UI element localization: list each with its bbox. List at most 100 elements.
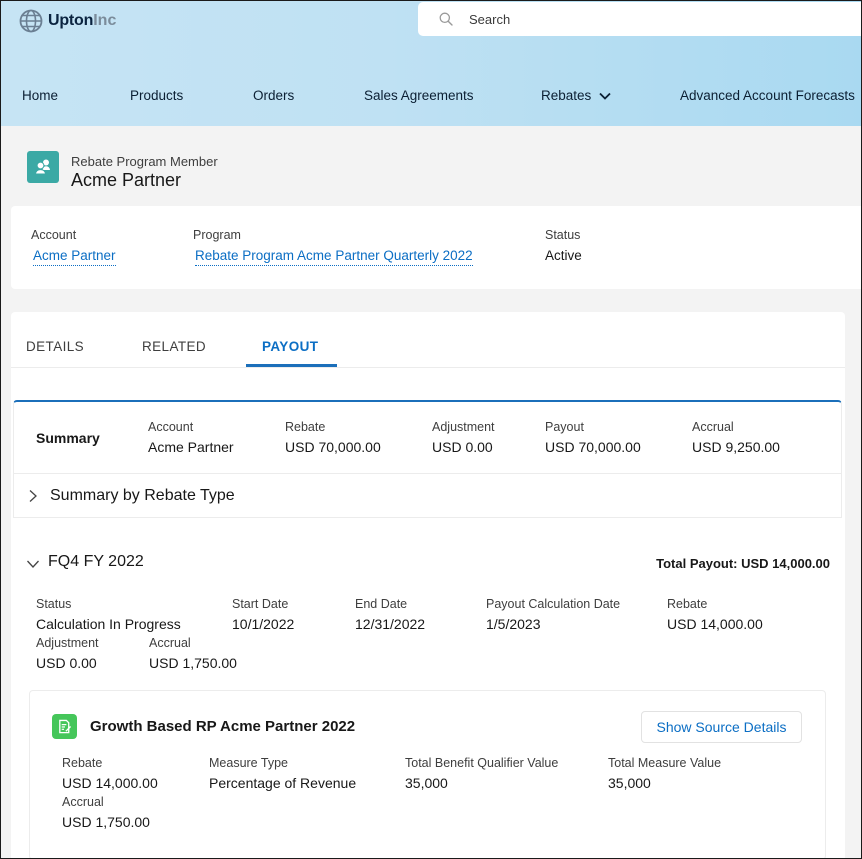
rebate-type-card: Growth Based RP Acme Partner 2022 Show S… <box>29 690 826 859</box>
summary-rebate: Rebate USD 70,000.00 <box>285 420 381 455</box>
field-value: USD 0.00 <box>36 655 97 671</box>
payout-summary-card: Summary Account Acme Partner Rebate USD … <box>13 400 842 518</box>
active-tab-indicator <box>246 364 337 367</box>
nav-label: Products <box>130 88 184 103</box>
summary-accrual: Accrual USD 9,250.00 <box>692 420 780 455</box>
field-value: USD 0.00 <box>432 439 493 455</box>
nav-label: Home <box>22 88 59 103</box>
show-source-details-button[interactable]: Show Source Details <box>641 711 802 743</box>
account-link[interactable]: Acme Partner <box>33 248 116 266</box>
chevron-down-icon[interactable] <box>599 92 611 100</box>
field-value: USD 1,750.00 <box>62 814 150 830</box>
field-value: Percentage of Revenue <box>209 775 357 791</box>
field-value: Calculation In Progress <box>36 616 181 632</box>
period-adjustment: Adjustment USD 0.00 <box>36 636 99 671</box>
period-payout-calc-date: Payout Calculation Date 1/5/2023 <box>486 597 620 632</box>
field-label: Status <box>36 597 72 611</box>
nav-label: Advanced Account Forecasts <box>680 88 855 103</box>
field-label: Payout <box>545 420 584 434</box>
nav-item-rebates[interactable]: Rebates <box>541 88 611 103</box>
tab-bar: DETAILS RELATED PAYOUT <box>11 312 845 368</box>
field-label: Measure Type <box>209 756 288 770</box>
nav-item-home[interactable]: Home <box>22 88 58 103</box>
field-label: Adjustment <box>432 420 495 434</box>
field-value: 12/31/2022 <box>355 616 426 632</box>
search-placeholder: Search <box>469 11 511 27</box>
summary-account: Account Acme Partner <box>148 420 234 455</box>
field-label: Start Date <box>232 597 289 611</box>
rp-total-benefit-qualifier-value: Total Benefit Qualifier Value 35,000 <box>405 756 558 791</box>
rp-accrual: Accrual USD 1,750.00 <box>62 795 150 830</box>
highlight-program: Program Rebate Program Acme Partner Quar… <box>193 228 473 266</box>
highlight-account: Account Acme Partner <box>31 228 116 266</box>
period-status: Status Calculation In Progress <box>36 597 181 632</box>
section-label: Summary by Rebate Type <box>50 487 235 504</box>
field-label: Rebate <box>62 756 103 770</box>
record-tabs-card: DETAILS RELATED PAYOUT Summary Account A… <box>11 312 845 859</box>
globe-icon <box>19 9 43 33</box>
period-end-date: End Date 12/31/2022 <box>355 597 425 632</box>
tab-payout[interactable]: PAYOUT <box>262 339 318 354</box>
field-value: Acme Partner <box>148 439 234 455</box>
field-value: 35,000 <box>608 775 651 791</box>
field-value: 1/5/2023 <box>486 616 541 632</box>
field-label: Account <box>31 228 77 242</box>
field-label: Adjustment <box>36 636 99 650</box>
record-header: Rebate Program Member Acme Partner <box>0 126 862 206</box>
rp-measure-type: Measure Type Percentage of Revenue <box>209 756 356 791</box>
field-label: Rebate <box>285 420 326 434</box>
field-label: Total Benefit Qualifier Value <box>405 756 559 770</box>
nav-item-orders[interactable]: Orders <box>253 88 294 103</box>
search-icon <box>439 12 453 26</box>
nav-item-advanced-account-forecasts[interactable]: Advanced Account Forecasts <box>680 88 855 103</box>
period-start-date: Start Date 10/1/2022 <box>232 597 294 632</box>
nav-bar: Home Products Orders Sales Agreements Re… <box>0 88 862 114</box>
chevron-right-icon <box>29 490 37 502</box>
field-label: End Date <box>355 597 408 611</box>
global-header: Upton Inc Search Home Products Orders Sal… <box>0 0 862 126</box>
app-logo[interactable]: Upton Inc <box>19 8 116 34</box>
rp-rebate: Rebate USD 14,000.00 <box>62 756 158 791</box>
partner-users-icon <box>27 151 59 183</box>
total-payout: Total Payout: USD 14,000.00 <box>656 556 830 571</box>
highlights-panel: Account Acme Partner Program Rebate Prog… <box>11 206 862 289</box>
field-label: Accrual <box>149 636 191 650</box>
status-value: Active <box>545 248 582 263</box>
nav-item-products[interactable]: Products <box>130 88 183 103</box>
rebate-document-icon <box>52 714 77 739</box>
field-label: Payout Calculation Date <box>486 597 621 611</box>
summary-adjustment: Adjustment USD 0.00 <box>432 420 495 455</box>
field-label: Total Measure Value <box>608 756 722 770</box>
tab-details[interactable]: DETAILS <box>26 339 84 354</box>
field-value: USD 14,000.00 <box>667 616 763 632</box>
period-header: FQ4 FY 2022 Total Payout: USD 14,000.00 <box>11 546 845 582</box>
rebate-type-title: Growth Based RP Acme Partner 2022 <box>90 718 356 735</box>
summary-row: Summary Account Acme Partner Rebate USD … <box>14 402 841 474</box>
summary-by-rebate-type-toggle[interactable]: Summary by Rebate Type <box>14 474 841 518</box>
field-value: USD 70,000.00 <box>285 439 381 455</box>
field-label: Rebate <box>667 597 708 611</box>
field-label: Status <box>545 228 581 242</box>
chevron-down-icon[interactable] <box>26 559 40 569</box>
record-title: Acme Partner <box>71 170 182 190</box>
nav-label: Orders <box>253 88 295 103</box>
nav-label: Rebates <box>541 88 592 103</box>
global-search-input[interactable]: Search <box>418 2 862 36</box>
program-link[interactable]: Rebate Program Acme Partner Quarterly 20… <box>195 248 473 266</box>
record-type-label: Rebate Program Member <box>71 154 218 169</box>
summary-payout: Payout USD 70,000.00 <box>545 420 641 455</box>
field-label: Program <box>193 228 241 242</box>
tab-related[interactable]: RELATED <box>142 339 206 354</box>
period-title: FQ4 FY 2022 <box>48 553 144 570</box>
summary-title: Summary <box>36 430 100 446</box>
rp-total-measure-value: Total Measure Value 35,000 <box>608 756 721 791</box>
field-label: Accrual <box>62 795 104 809</box>
brand-name: Upton <box>48 12 94 29</box>
brand-suffix: Inc <box>93 12 117 29</box>
field-value: 35,000 <box>405 775 448 791</box>
period-rebate: Rebate USD 14,000.00 <box>667 597 763 632</box>
period-accrual: Accrual USD 1,750.00 <box>149 636 237 671</box>
field-label: Accrual <box>692 420 734 434</box>
nav-item-sales-agreements[interactable]: Sales Agreements <box>364 88 474 103</box>
field-value: 10/1/2022 <box>232 616 295 632</box>
